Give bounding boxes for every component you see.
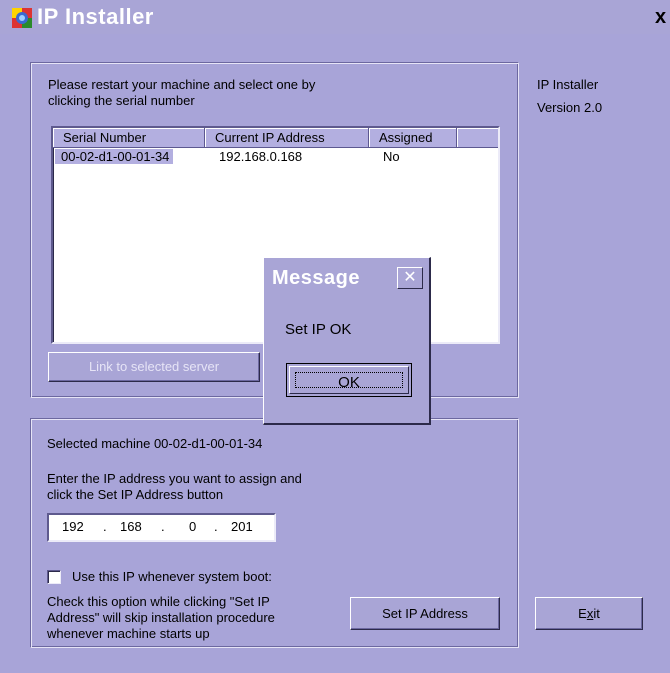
- column-header-empty: [457, 128, 498, 148]
- web-globe-icon: [12, 8, 32, 28]
- title-bar[interactable]: IP Installer x: [0, 0, 670, 34]
- note-text-line1: Check this option while clicking "Set IP: [47, 594, 270, 609]
- assigned-cell: No: [383, 149, 400, 164]
- ip-octet-2[interactable]: 168: [120, 519, 142, 535]
- ip-dot: .: [214, 519, 218, 534]
- ip-octet-1[interactable]: 192: [62, 519, 84, 535]
- ok-button-label: OK: [295, 372, 403, 391]
- ip-installer-window: IP Installer x Please restart your machi…: [0, 0, 670, 673]
- message-dialog: Message ✕ Set IP OK OK: [263, 257, 431, 425]
- close-icon[interactable]: x: [655, 6, 670, 28]
- note-text-line3: whenever machine starts up: [47, 626, 210, 641]
- dialog-message: Set IP OK: [285, 321, 352, 338]
- ip-octet-4[interactable]: 201: [231, 519, 253, 535]
- selected-machine-label: Selected machine 00-02-d1-00-01-34: [47, 436, 263, 451]
- ok-button-bevel: OK: [289, 366, 409, 394]
- checkbox-label: Use this IP whenever system boot:: [72, 569, 272, 584]
- ok-button[interactable]: OK: [286, 363, 412, 397]
- ip-octet-3[interactable]: 0: [189, 519, 196, 535]
- app-name-label: IP Installer: [537, 77, 599, 92]
- exit-button[interactable]: Exit: [535, 597, 643, 630]
- ip-dot: .: [161, 519, 165, 534]
- set-ip-address-button[interactable]: Set IP Address: [350, 597, 500, 630]
- ip-address-cell: 192.168.0.168: [219, 149, 303, 164]
- use-ip-on-boot-checkbox[interactable]: [47, 570, 61, 584]
- column-header-ip[interactable]: Current IP Address: [205, 128, 369, 148]
- ip-dot: .: [103, 519, 107, 534]
- enter-ip-text-line1: Enter the IP address you want to assign …: [47, 471, 302, 486]
- column-header-assigned[interactable]: Assigned: [369, 128, 457, 148]
- window-title: IP Installer: [37, 4, 154, 29]
- version-label: Version 2.0: [537, 100, 603, 115]
- dialog-title: Message: [272, 267, 360, 289]
- enter-ip-text-line2: click the Set IP Address button: [47, 487, 224, 502]
- instruction-text-line1: Please restart your machine and select o…: [48, 77, 316, 92]
- ip-address-field[interactable]: 192 . 168 . 0 . 201: [47, 513, 276, 542]
- dialog-close-icon[interactable]: ✕: [397, 267, 423, 289]
- column-header-serial[interactable]: Serial Number: [53, 128, 205, 148]
- serial-number-cell[interactable]: 00-02-d1-00-01-34: [55, 149, 174, 164]
- note-text-line2: Address" will skip installation procedur…: [47, 610, 275, 625]
- link-to-server-button[interactable]: Link to selected server: [48, 352, 260, 382]
- instruction-text-line2: clicking the serial number: [48, 93, 195, 108]
- exit-button-label-prefix: E: [578, 606, 587, 621]
- exit-button-label-suffix: it: [593, 606, 600, 621]
